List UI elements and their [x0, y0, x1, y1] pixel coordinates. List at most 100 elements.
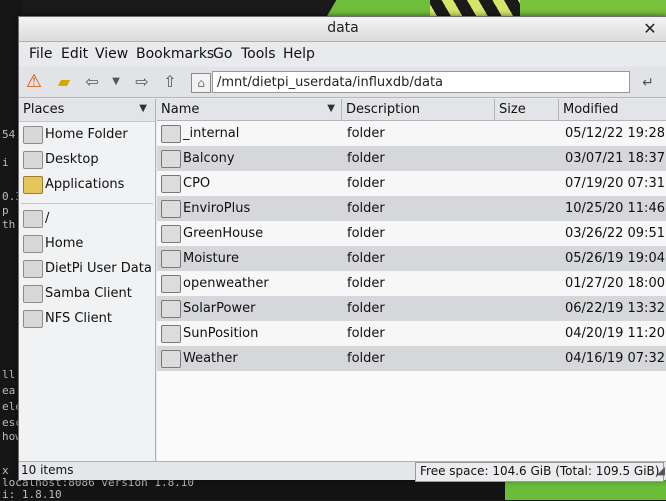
file-name: Balcony — [183, 151, 235, 166]
file-modified: 04/20/19 11:20 — [565, 326, 665, 341]
menu-file[interactable]: File — [29, 46, 52, 62]
sidebar-item-samba-client[interactable]: Samba Client — [19, 282, 155, 306]
file-row[interactable]: SunPosition folder 04/20/19 11:20 — [157, 321, 666, 346]
file-row[interactable]: CPO folder 07/19/20 07:31 — [157, 171, 666, 196]
file-name: Weather — [183, 351, 238, 366]
warning-icon[interactable]: ⚠ — [23, 71, 45, 93]
file-row[interactable]: openweather folder 01/27/20 18:00 — [157, 271, 666, 296]
sidebar-item-desktop[interactable]: Desktop — [19, 148, 155, 172]
terminal-line: th — [2, 218, 16, 231]
folder-icon — [161, 150, 181, 168]
sidebar-divider — [21, 203, 153, 204]
file-row[interactable]: SolarPower folder 06/22/19 13:32 — [157, 296, 666, 321]
sidebar-item-label: Home — [45, 236, 84, 251]
terminal-line: ll — [2, 368, 16, 381]
file-row[interactable]: GreenHouse folder 03/26/22 09:51 — [157, 221, 666, 246]
home-icon[interactable]: ⌂ — [191, 73, 211, 93]
resize-grip-icon[interactable]: ◢ — [657, 464, 665, 477]
location-input[interactable]: /mnt/dietpi_userdata/influxdb/data — [212, 71, 630, 93]
title-bar[interactable]: data ✕ — [19, 17, 666, 42]
column-header-description[interactable]: Description — [342, 99, 495, 121]
sidebar-item-home-folder[interactable]: Home Folder — [19, 123, 155, 147]
file-name: SolarPower — [183, 301, 256, 316]
chevron-down-icon[interactable]: ▼ — [139, 103, 147, 114]
back-icon[interactable]: ⇦ — [81, 71, 103, 93]
column-header-modified[interactable]: Modified — [559, 99, 666, 121]
window-title: data — [327, 20, 359, 36]
folder-icon — [161, 350, 181, 368]
menu-bookmarks[interactable]: Bookmarks — [136, 46, 214, 62]
file-row[interactable]: _internal folder 05/12/22 19:28 — [157, 121, 666, 146]
sidebar-item-label: NFS Client — [45, 311, 112, 326]
dropdown-icon[interactable]: ▼ — [105, 71, 127, 93]
sidebar-item-root[interactable]: / — [19, 207, 155, 231]
drive-icon — [23, 310, 43, 328]
places-header-label: Places — [23, 102, 65, 117]
file-description: folder — [347, 151, 385, 166]
file-name: Moisture — [183, 251, 239, 266]
menu-tools[interactable]: Tools — [241, 46, 276, 62]
column-label: Size — [499, 102, 526, 117]
menu-help[interactable]: Help — [283, 46, 315, 62]
menu-go[interactable]: Go — [213, 46, 232, 62]
terminal-line: ea — [2, 384, 16, 397]
column-label: Modified — [563, 102, 619, 117]
terminal-line: i: 1.8.10 — [2, 488, 62, 501]
file-description: folder — [347, 251, 385, 266]
up-icon[interactable]: ⇧ — [159, 71, 181, 93]
free-space: Free space: 104.6 GiB (Total: 109.5 GiB) — [415, 462, 665, 482]
bookmark-icon[interactable]: ▰ — [53, 71, 75, 93]
file-description: folder — [347, 301, 385, 316]
sidebar-item-home[interactable]: Home — [19, 232, 155, 256]
folder-icon — [161, 175, 181, 193]
file-row[interactable]: Balcony folder 03/07/21 18:37 — [157, 146, 666, 171]
sidebar-item-label: Samba Client — [45, 286, 132, 301]
sidebar-item-applications[interactable]: Applications — [19, 173, 155, 197]
column-label: Name — [161, 102, 200, 117]
column-header-size[interactable]: Size — [495, 99, 559, 121]
file-list: Name ▼ Description Size Modified _intern… — [157, 99, 666, 461]
sidebar-item-dietpi-user-data[interactable]: DietPi User Data — [19, 257, 155, 281]
file-name: _internal — [183, 126, 240, 141]
desktop-folder-icon — [23, 151, 43, 169]
status-bar: 10 items Free space: 104.6 GiB (Total: 1… — [19, 461, 666, 482]
sidebar-item-label: DietPi User Data — [45, 261, 152, 276]
home-folder-icon — [23, 126, 43, 144]
menu-view[interactable]: View — [95, 46, 128, 62]
file-description: folder — [347, 276, 385, 291]
file-description: folder — [347, 326, 385, 341]
file-description: folder — [347, 176, 385, 191]
root-drive-icon — [23, 210, 43, 228]
applications-icon — [23, 176, 43, 194]
file-row[interactable]: Weather folder 04/16/19 07:32 — [157, 346, 666, 371]
file-modified: 04/16/19 07:32 — [565, 351, 665, 366]
file-name: SunPosition — [183, 326, 259, 341]
drive-icon — [23, 285, 43, 303]
folder-icon — [161, 225, 181, 243]
sidebar-item-nfs-client[interactable]: NFS Client — [19, 307, 155, 331]
file-name: EnviroPlus — [183, 201, 251, 216]
places-sidebar: Places ▼ Home Folder Desktop Application… — [19, 99, 156, 461]
places-header[interactable]: Places ▼ — [19, 99, 155, 122]
folder-icon — [161, 325, 181, 343]
folder-icon — [161, 125, 181, 143]
column-header-name[interactable]: Name ▼ — [157, 99, 342, 121]
file-modified: 03/07/21 18:37 — [565, 151, 665, 166]
file-row[interactable]: EnviroPlus folder 10/25/20 11:46 — [157, 196, 666, 221]
file-name: GreenHouse — [183, 226, 264, 241]
home-drive-icon — [23, 235, 43, 253]
item-count: 10 items — [21, 463, 74, 477]
file-row[interactable]: Moisture folder 05/26/19 19:04 — [157, 246, 666, 271]
file-modified: 07/19/20 07:31 — [565, 176, 665, 191]
sidebar-item-label: Applications — [45, 177, 125, 192]
file-modified: 03/26/22 09:51 — [565, 226, 665, 241]
file-description: folder — [347, 351, 385, 366]
forward-icon[interactable]: ⇨ — [131, 71, 153, 93]
toolbar: ⚠ ▰ ⇦ ▼ ⇨ ⇧ ⌂ /mnt/dietpi_userdata/influ… — [19, 67, 666, 98]
go-icon[interactable]: ↵ — [637, 72, 659, 94]
sidebar-item-label: Desktop — [45, 152, 99, 167]
close-button[interactable]: ✕ — [641, 20, 659, 38]
menu-edit[interactable]: Edit — [61, 46, 88, 62]
file-description: folder — [347, 126, 385, 141]
folder-icon — [161, 275, 181, 293]
